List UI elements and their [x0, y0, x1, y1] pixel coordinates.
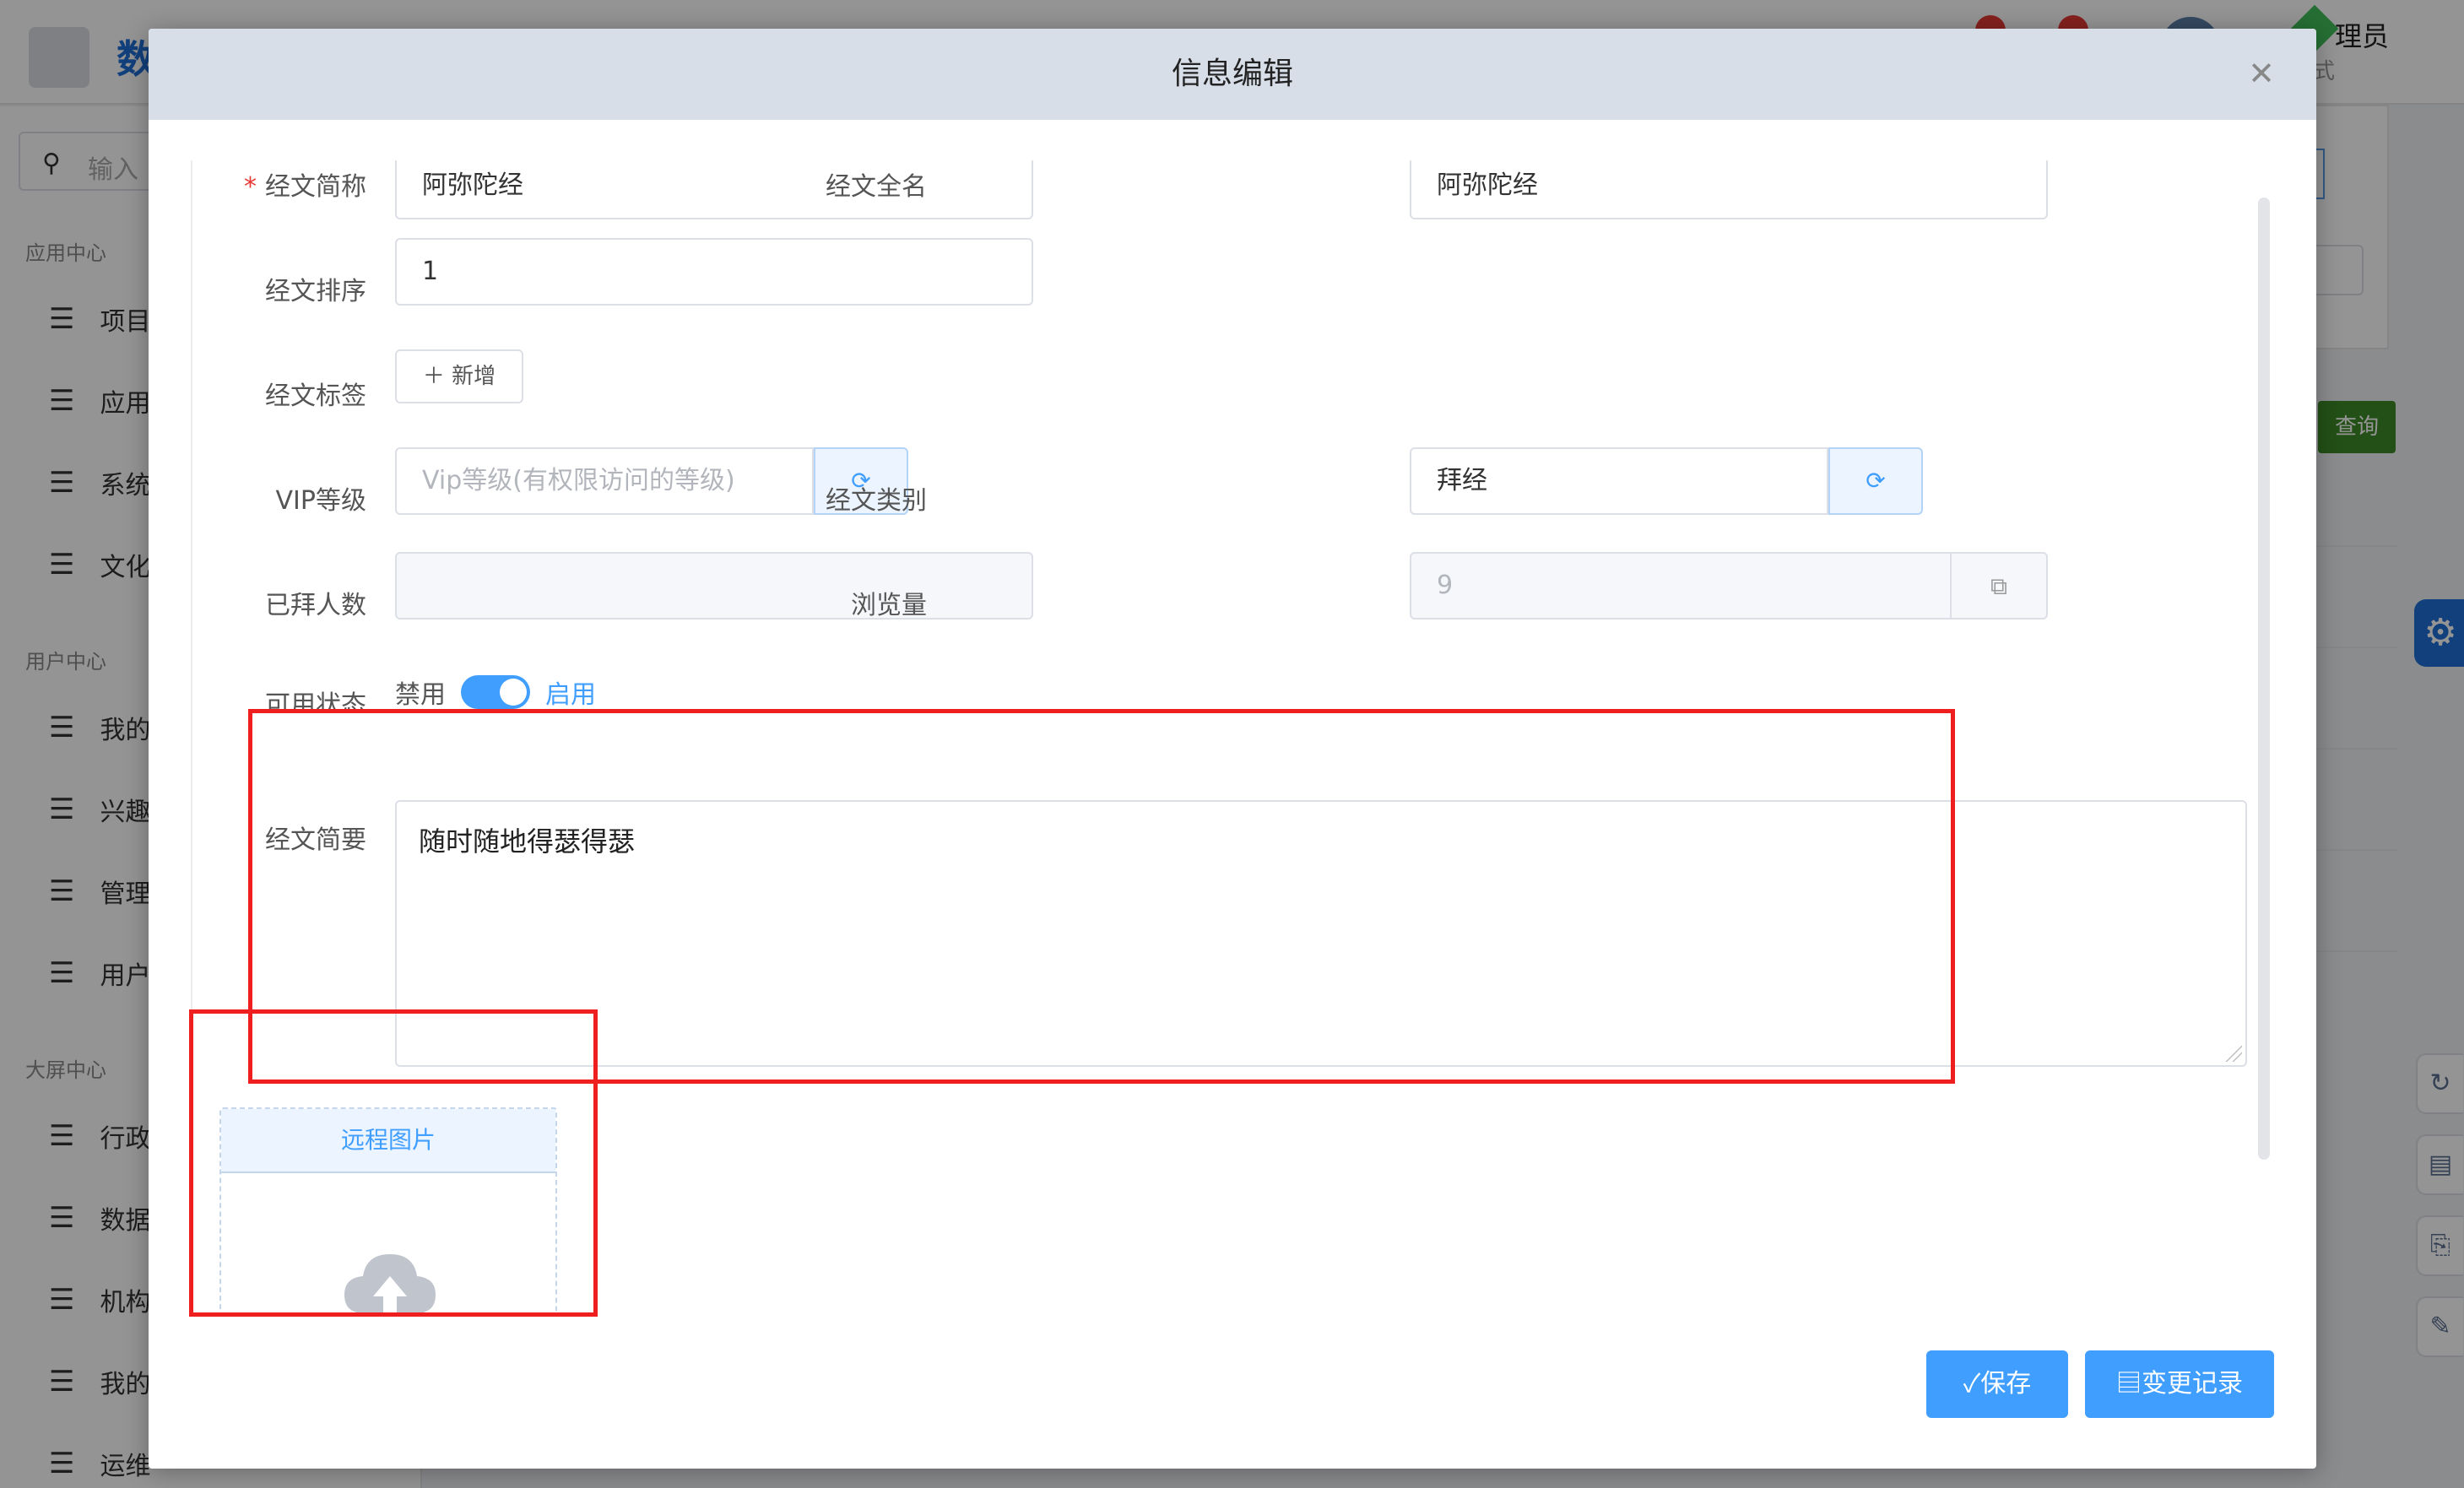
vip-level-label: VIP等级 [275, 486, 366, 516]
remote-image-tab[interactable]: 远程图片 [221, 1109, 555, 1173]
required-asterisk: * [244, 172, 257, 202]
image-upload[interactable]: 远程图片 [219, 1107, 557, 1315]
views-input: 9 ⧉ [1410, 552, 2048, 620]
views-value: 9 [1437, 571, 1454, 600]
vip-level-input[interactable]: Vip等级(有权限访问的等级) [395, 447, 814, 515]
dialog-header: 信息编辑 ✕ [149, 29, 2316, 120]
plus-icon: ＋ [422, 364, 452, 389]
form-area: * 经文简称 阿弥陀经 经文全名 阿弥陀经 经文排序 1 经文标签 ＋ 新增 VI… [191, 160, 2272, 1315]
short-name-input[interactable]: 阿弥陀经 [395, 160, 1033, 219]
document-icon: ▤ [2116, 1370, 2142, 1398]
status-off-label: 禁用 [395, 680, 446, 710]
summary-text: 随时随地得瑟得瑟 [419, 825, 636, 858]
upload-cloud-icon [344, 1254, 436, 1315]
add-tag-button[interactable]: ＋ 新增 [395, 349, 523, 403]
change-history-button[interactable]: ▤变更记录 [2085, 1350, 2274, 1418]
tags-label: 经文标签 [265, 381, 366, 411]
dialog-title: 信息编辑 [1171, 57, 1293, 91]
category-input[interactable]: 拜经 [1410, 447, 1828, 515]
category-label: 经文类别 [826, 486, 927, 516]
resize-handle-icon[interactable] [2225, 1045, 2242, 1062]
short-name-label: * 经文简称 [244, 172, 366, 202]
category-refresh-icon[interactable]: ⟳ [1828, 447, 1923, 515]
copy-icon[interactable]: ⧉ [1950, 554, 2046, 618]
edit-info-dialog: 信息编辑 ✕ * 经文简称 阿弥陀经 经文全名 阿弥陀经 经文排序 1 经文标签 … [149, 29, 2316, 1469]
summary-textarea[interactable]: 随时随地得瑟得瑟 [395, 800, 2247, 1067]
worship-count-label: 已拜人数 [265, 591, 366, 620]
full-name-input[interactable]: 阿弥陀经 [1410, 160, 2048, 219]
sort-input[interactable]: 1 [395, 238, 1033, 306]
status-switch-group[interactable]: 禁用 启用 [395, 674, 596, 711]
close-icon[interactable]: ✕ [2240, 52, 2283, 95]
sort-label: 经文排序 [265, 277, 366, 306]
full-name-label: 经文全名 [826, 172, 927, 202]
status-toggle[interactable] [461, 675, 530, 709]
save-button[interactable]: ✓保存 [1926, 1350, 2068, 1418]
worship-count-input [395, 552, 1033, 620]
summary-label: 经文简要 [265, 825, 366, 855]
form-scrollbar[interactable] [2258, 197, 2270, 1160]
status-label: 可用状态 [265, 690, 366, 720]
status-on-label: 启用 [545, 680, 596, 710]
views-label: 浏览量 [851, 591, 927, 620]
